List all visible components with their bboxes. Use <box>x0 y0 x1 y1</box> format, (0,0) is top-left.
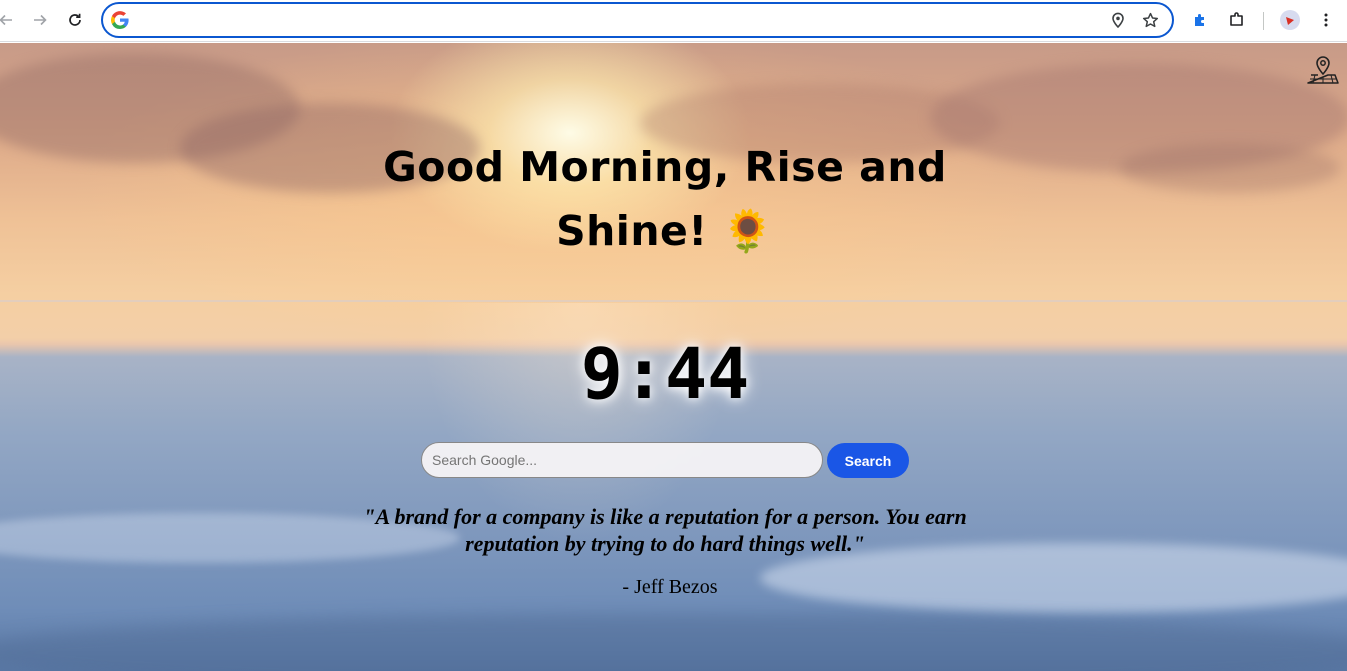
location-button[interactable] <box>1107 9 1129 31</box>
extensions-menu-button[interactable] <box>1223 6 1251 34</box>
map-button[interactable] <box>1306 53 1340 87</box>
back-button[interactable] <box>0 6 20 34</box>
browser-menu-button[interactable] <box>1312 6 1340 34</box>
reload-icon <box>69 13 81 26</box>
back-arrow-icon <box>0 14 12 26</box>
puzzle-extension-icon <box>1195 14 1204 26</box>
greeting-heading: Good Morning, Rise and Shine! 🌻 <box>383 143 947 255</box>
kebab-menu-icon <box>1324 13 1328 27</box>
clock-time: 9:44 <box>580 333 750 415</box>
forward-arrow-icon <box>34 14 47 26</box>
wave <box>0 613 1347 671</box>
bookmark-star-icon <box>1142 12 1158 27</box>
reload-button[interactable] <box>61 6 89 34</box>
cloud <box>1120 143 1340 193</box>
google-icon <box>111 11 129 29</box>
profile-avatar-icon <box>1280 10 1300 30</box>
profile-button[interactable] <box>1276 6 1304 34</box>
extensions-pinned-button[interactable] <box>1186 6 1214 34</box>
horizon <box>0 300 1347 302</box>
side-panel-icon <box>1230 12 1243 26</box>
map-location-icon <box>1307 56 1339 84</box>
bookmark-button[interactable] <box>1139 9 1161 31</box>
quote-text: "A brand for a company is like a reputat… <box>363 504 967 556</box>
search-button[interactable]: Search <box>827 443 909 478</box>
forward-button[interactable] <box>26 6 54 34</box>
toolbar-divider <box>1263 12 1264 30</box>
browser-toolbar <box>0 0 1347 42</box>
search-input[interactable] <box>421 442 823 478</box>
address-bar[interactable] <box>101 2 1174 38</box>
quote-author: - Jeff Bezos <box>622 576 718 598</box>
address-input[interactable] <box>135 8 1095 32</box>
new-tab-page: Good Morning, Rise and Shine! 🌻 9:44 Sea… <box>0 43 1347 671</box>
location-pin-icon <box>1112 12 1124 28</box>
